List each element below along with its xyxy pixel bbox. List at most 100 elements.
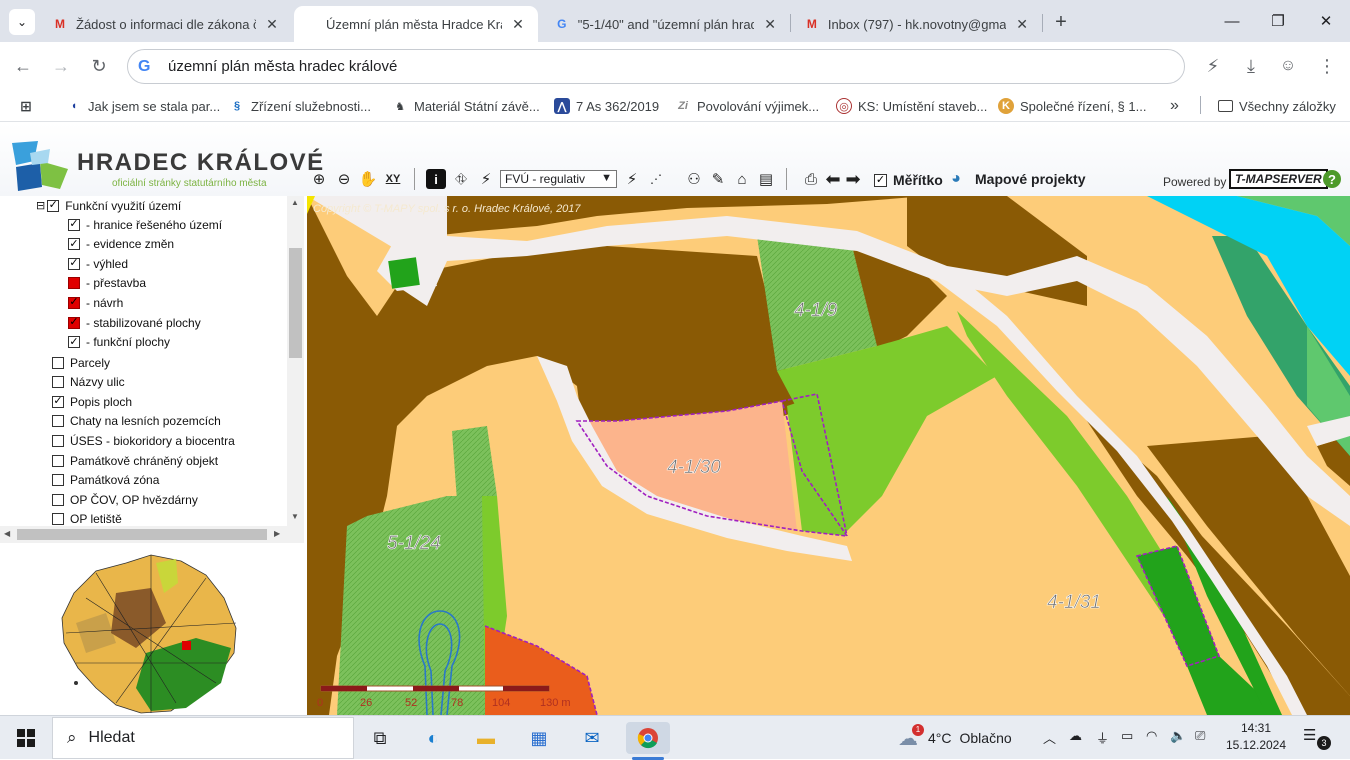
scroll-up-icon[interactable]: ▲ [291, 198, 299, 207]
bookmark-item[interactable]: § Zřízení služebnosti... [229, 96, 371, 116]
scale-checkbox[interactable]: ✓ [874, 173, 887, 187]
minimize-button[interactable]: — [1209, 8, 1255, 34]
bookmark-item[interactable]: ♞ Materiál Státní závě... [392, 96, 540, 116]
clock[interactable]: 14:31 15.12.2024 [1224, 720, 1288, 754]
building-button[interactable]: ⌂ [732, 169, 752, 189]
back-button[interactable]: ← [11, 54, 35, 78]
apps-button[interactable]: ⊞ [18, 96, 40, 116]
taskbar-search[interactable]: ⌕ Hledat [52, 717, 354, 759]
chrome-button[interactable] [626, 722, 670, 754]
more-bookmarks-button[interactable]: » [1170, 96, 1179, 116]
menu-button[interactable]: ⋮ [1315, 54, 1339, 78]
history-forward-button[interactable]: ➡ [843, 169, 863, 189]
download-button[interactable]: ⤓ [1239, 54, 1263, 78]
layer-checkbox[interactable]: ✓ [68, 336, 80, 349]
tree-layer[interactable]: Památkově chráněný objekt [52, 451, 218, 470]
layer-checkbox[interactable]: ✓ [47, 199, 60, 212]
tree-sublayer[interactable]: ✓ - návrh [68, 293, 123, 312]
layer-checkbox[interactable] [52, 356, 64, 369]
edit-button[interactable]: ✎ [708, 169, 728, 189]
xy-flash-button[interactable]: ⋰ [646, 169, 666, 189]
bookmark-item[interactable]: ◖ Jak jsem se stala par... [66, 96, 221, 116]
layer-checkbox[interactable]: ✓ [68, 238, 80, 251]
tab-2-active[interactable]: Územní plán města Hradce Král ✕ [294, 6, 538, 42]
scroll-right-icon[interactable]: ▶ [274, 529, 280, 538]
outlook-button[interactable]: ✉ [576, 722, 608, 754]
bookmark-item[interactable]: ◎ KS: Umístění staveb... [836, 96, 987, 116]
close-icon[interactable]: ✕ [1014, 16, 1030, 33]
wifi-icon[interactable]: ◠ [1146, 728, 1157, 744]
layer-checkbox[interactable]: ✓ [68, 257, 80, 270]
extension-button[interactable]: ⚡ [1201, 54, 1225, 78]
tree-layer[interactable]: OP ČOV, OP hvězdárny [52, 490, 198, 509]
notifications-button[interactable]: ☰ 3 [1303, 726, 1333, 750]
city-logo[interactable] [10, 139, 72, 193]
reload-button[interactable]: ↻ [87, 54, 111, 78]
zoom-out-button[interactable]: ⊖ [334, 169, 354, 189]
tab-1[interactable]: M Žádost o informaci dle zákona č ✕ [42, 6, 290, 42]
layer-checkbox[interactable] [52, 454, 64, 467]
layer-checkbox[interactable] [52, 434, 64, 447]
tree-layer[interactable]: ✓ Popis ploch [52, 392, 132, 411]
tree-layer[interactable]: OP letiště [52, 510, 122, 526]
layer-checkbox[interactable]: ✓ [68, 296, 80, 309]
layer-checkbox[interactable]: ✓ [68, 218, 80, 231]
projects-globe-button[interactable]: ◕ [946, 169, 966, 189]
all-bookmarks-button[interactable]: Všechny záložky [1218, 96, 1336, 116]
xy-coordinates-button[interactable]: XY [383, 169, 403, 189]
close-window-button[interactable]: ✕ [1303, 8, 1349, 34]
layer-checkbox[interactable]: ✓ [52, 395, 64, 408]
layer-checkbox[interactable] [52, 493, 64, 506]
tree-sublayer[interactable]: ✓ - stabilizované plochy [68, 313, 201, 332]
select-flash-button[interactable]: ⚡ [622, 169, 642, 189]
tray-chevron-icon[interactable]: ︿ [1043, 728, 1056, 747]
tree-root-functional-use[interactable]: ⊟ ✓ Funkční využití území [36, 196, 181, 215]
forward-button[interactable]: → [49, 54, 73, 78]
legend-button[interactable]: ▤ [756, 169, 776, 189]
start-button[interactable] [10, 722, 42, 754]
scale-toggle[interactable]: ✓ Měřítko [874, 172, 943, 188]
close-icon[interactable]: ✕ [264, 16, 280, 33]
tab-3[interactable]: G "5-1/40" and "územní plán hrad ✕ [544, 6, 788, 42]
tree-layer[interactable]: Názvy ulic [52, 373, 125, 392]
bookmark-item[interactable]: ⋀ 7 As 362/2019 [554, 96, 659, 116]
volume-icon[interactable]: 🔈 [1170, 728, 1186, 744]
tree-sublayer[interactable]: - přestavba [68, 274, 146, 293]
scroll-left-icon[interactable]: ◀ [4, 529, 10, 538]
bookmark-item[interactable]: Zi Povolování výjimek... [675, 96, 819, 116]
info-button[interactable]: i [426, 169, 446, 189]
close-icon[interactable]: ✕ [510, 16, 526, 33]
tab-4[interactable]: M Inbox (797) - hk.novotny@gma ✕ [794, 6, 1040, 42]
file-explorer-button[interactable]: ▬ [470, 722, 502, 754]
measure-button[interactable]: ⛗ [451, 169, 471, 189]
layer-checkbox[interactable] [52, 415, 64, 428]
scroll-down-icon[interactable]: ▼ [291, 512, 299, 521]
print-button[interactable]: ⎙ [801, 169, 821, 189]
help-button[interactable]: ? [1323, 170, 1341, 188]
battery-icon[interactable]: ▭ [1121, 728, 1133, 744]
tree-sublayer[interactable]: ✓ - hranice řešeného území [68, 215, 222, 234]
layer-checkbox[interactable] [52, 474, 64, 487]
cloud-sync-icon[interactable]: ☁ [1069, 728, 1082, 744]
search-button[interactable]: ⚇ [684, 169, 704, 189]
new-tab-button[interactable]: + [1048, 9, 1074, 35]
layer-checkbox[interactable]: ✓ [68, 316, 80, 329]
task-view-button[interactable]: ⧉ [364, 722, 396, 754]
tree-sublayer[interactable]: ✓ - evidence změn [68, 235, 174, 254]
address-bar[interactable]: G územní plán města hradec králové [127, 49, 1185, 84]
tree-layer[interactable]: Chaty na lesních pozemcích [52, 412, 221, 431]
map-projects-link[interactable]: Mapové projekty [975, 171, 1085, 187]
tree-layer[interactable]: Parcely [52, 353, 110, 372]
tmapserver-logo[interactable]: T-MAPSERVER [1229, 169, 1328, 189]
tree-vertical-scrollbar[interactable]: ▲ ▼ [287, 196, 304, 526]
scroll-thumb[interactable] [17, 529, 267, 540]
overview-map[interactable] [56, 553, 249, 715]
layer-checkbox[interactable] [68, 277, 80, 290]
tree-horizontal-scrollbar[interactable]: ◀ ▶ [0, 526, 304, 543]
usb-icon[interactable]: ⏚ [1096, 728, 1109, 747]
restore-button[interactable]: ❐ [1255, 8, 1301, 34]
zoom-in-button[interactable]: ⊕ [309, 169, 329, 189]
tree-layer[interactable]: ÚSES - biokoridory a biocentra [52, 431, 235, 450]
profile-button[interactable]: ☺ [1276, 54, 1300, 78]
weather-widget[interactable]: ☁ 1 4°C Oblačno [898, 723, 1012, 752]
